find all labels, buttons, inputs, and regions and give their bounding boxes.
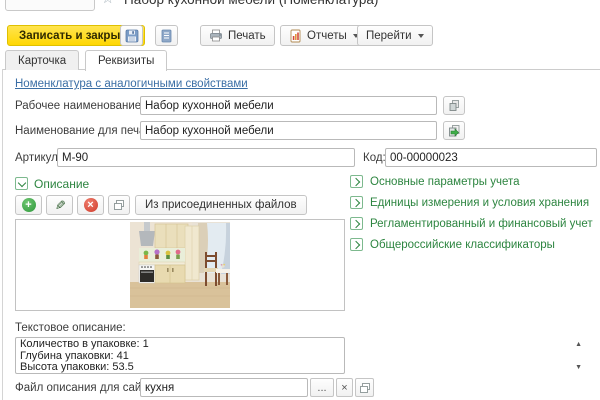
copy-image-button[interactable] — [108, 195, 130, 215]
goto-button[interactable]: Перейти — [357, 25, 433, 46]
product-photo — [130, 222, 230, 308]
delete-image-button[interactable]: × — [77, 195, 104, 215]
nav-main-accounting[interactable]: Основные параметры учета — [350, 175, 520, 188]
nav-label: Основные параметры учета — [370, 176, 520, 188]
image-preview-area[interactable] — [15, 219, 345, 311]
print-name-label: Наименование для печати: — [15, 125, 160, 137]
nav-label: Общероссийские классификаторы — [370, 239, 555, 251]
print-name-input[interactable] — [140, 121, 437, 140]
collapse-description-button[interactable] — [15, 177, 28, 190]
description-section-title: Описание — [34, 177, 89, 191]
overlapping-windows-icon — [113, 199, 125, 211]
document-list-icon — [160, 29, 173, 43]
reports-button[interactable]: Отчеты — [280, 25, 368, 46]
scroll-up-icon[interactable]: ▲ — [575, 341, 582, 348]
plus-icon: + — [22, 198, 36, 212]
goto-label: Перейти — [366, 30, 412, 42]
scroll-down-icon[interactable]: ▼ — [575, 364, 582, 371]
window-title: Набор кухонной мебели (Номенклатура) — [124, 0, 378, 7]
form-left-border — [2, 69, 3, 400]
chevron-right-icon — [350, 196, 363, 209]
text-description-input[interactable]: Количество в упаковке: 1 Глубина упаковк… — [15, 337, 345, 374]
tab-card[interactable]: Карточка — [5, 50, 79, 70]
show-in-list-button[interactable] — [155, 25, 178, 46]
add-image-button[interactable]: + — [15, 195, 42, 215]
nav-regulated-accounting[interactable]: Регламентированный и финансовый учет — [350, 217, 593, 230]
chevron-right-icon — [350, 217, 363, 230]
site-file-input[interactable] — [140, 378, 308, 397]
report-icon — [289, 29, 302, 43]
site-file-label: Файл описания для сайта: — [15, 382, 156, 394]
working-name-input[interactable] — [140, 96, 437, 115]
nav-label: Единицы измерения и условия хранения — [370, 197, 589, 209]
nomenclature-form: ☆ Набор кухонной мебели (Номенклатура) З… — [0, 0, 600, 400]
description-line: Высота упаковки: 53.5 — [20, 362, 330, 374]
overlapping-windows-icon — [359, 382, 371, 394]
working-name-label: Рабочее наименование: — [15, 100, 144, 112]
copy-pages-icon — [448, 99, 461, 112]
nav-label: Регламентированный и финансовый учет — [370, 218, 593, 230]
browse-file-button[interactable]: ... — [310, 378, 334, 397]
reports-label: Отчеты — [307, 30, 347, 42]
print-label: Печать — [228, 30, 266, 42]
chevron-down-icon — [418, 34, 424, 38]
similar-properties-link[interactable]: Номенклатура с аналогичными свойствами — [15, 78, 248, 90]
window-titlebar: ☆ Набор кухонной мебели (Номенклатура) — [0, 0, 600, 13]
edit-image-button[interactable]: ✎ — [46, 195, 73, 215]
print-button[interactable]: Печать — [200, 25, 275, 46]
chevron-down-icon — [18, 178, 26, 186]
open-file-button[interactable] — [355, 378, 374, 397]
article-label: Артикул: — [15, 152, 61, 164]
copy-name-button[interactable] — [443, 96, 465, 115]
copy-from-working-name-button[interactable] — [443, 121, 465, 140]
save-button[interactable] — [120, 25, 143, 46]
chevron-right-icon — [350, 238, 363, 251]
pencil-icon: ✎ — [52, 200, 68, 211]
from-attached-files-button[interactable]: Из присоединенных файлов — [135, 195, 307, 215]
copy-pages-green-arrow-icon — [447, 124, 461, 138]
back-button[interactable] — [5, 0, 95, 11]
printer-icon — [209, 29, 223, 42]
tab-requisites[interactable]: Реквизиты — [85, 50, 167, 71]
nav-classifiers[interactable]: Общероссийские классификаторы — [350, 238, 555, 251]
chevron-right-icon — [350, 175, 363, 188]
text-description-label: Текстовое описание: — [15, 322, 126, 334]
clear-file-button[interactable]: × — [336, 378, 353, 397]
nav-units-storage[interactable]: Единицы измерения и условия хранения — [350, 196, 589, 209]
description-line: Количество в упаковке: 1 — [20, 339, 330, 351]
code-label: Код: — [363, 152, 386, 164]
favorite-star-icon[interactable]: ☆ — [101, 0, 114, 6]
article-input[interactable] — [57, 148, 355, 167]
floppy-disk-icon — [125, 29, 139, 43]
delete-x-icon: × — [84, 198, 98, 212]
code-input[interactable] — [385, 148, 597, 167]
